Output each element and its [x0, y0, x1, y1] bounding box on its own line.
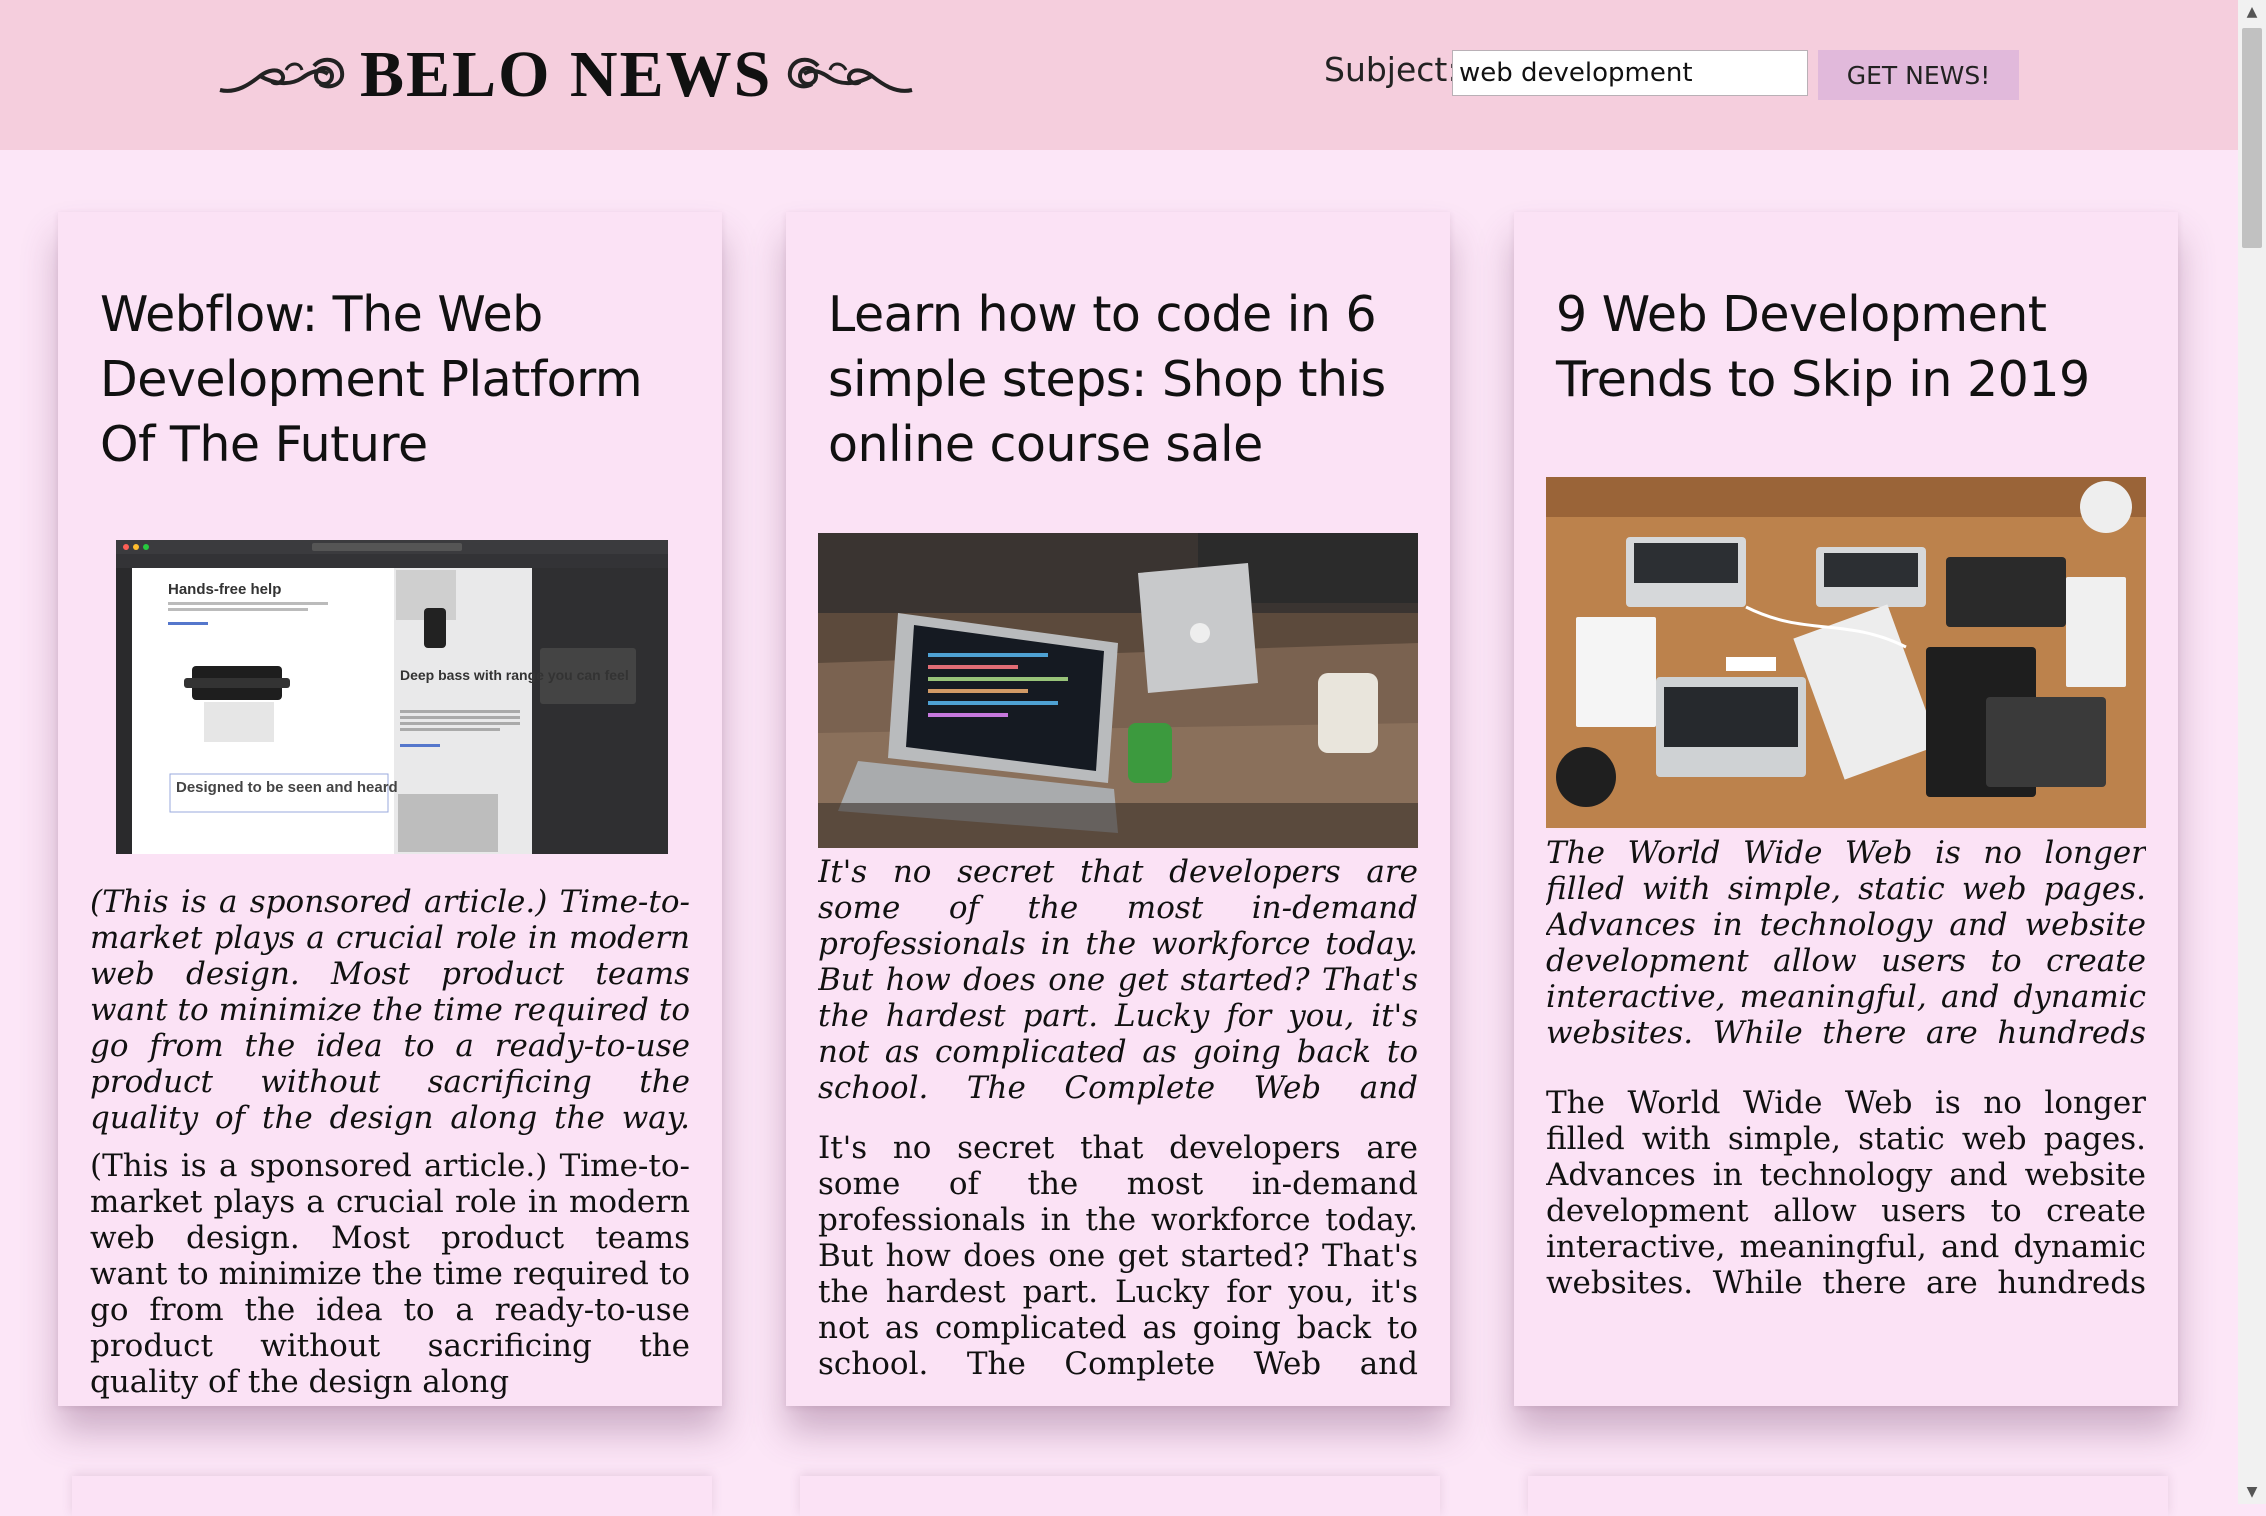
next-article-card[interactable]: [1528, 1476, 2168, 1516]
laptop-desk-photo-illustration: [818, 533, 1418, 848]
article-image: [818, 533, 1418, 848]
next-article-card[interactable]: [72, 1476, 712, 1516]
scroll-down-icon[interactable]: ▼: [2238, 1480, 2266, 1504]
page-scrollbar[interactable]: ▲ ▼: [2238, 0, 2266, 1504]
article-title[interactable]: Learn how to code in 6 simple steps: Sho…: [828, 282, 1428, 477]
subject-label: Subject:: [1324, 50, 1459, 89]
webflow-screenshot-illustration: Hands-free help Designed to be seen and …: [112, 538, 668, 854]
site-logo: BELO NEWS: [216, 30, 916, 120]
logo-text: BELO NEWS: [360, 38, 773, 111]
article-content: The World Wide Web is no longer filled w…: [1546, 1085, 2146, 1301]
team-table-photo-illustration: [1546, 477, 2146, 828]
left-flourish-icon: [219, 57, 345, 93]
article-content: It's no secret that developers are some …: [818, 1130, 1418, 1382]
get-news-button[interactable]: GET NEWS!: [1818, 50, 2019, 100]
article-title[interactable]: 9 Web Development Trends to Skip in 2019: [1556, 282, 2156, 412]
scroll-up-icon[interactable]: ▲: [2238, 0, 2266, 24]
article-description: It's no secret that developers are some …: [818, 854, 1418, 1106]
article-card[interactable]: Learn how to code in 6 simple steps: Sho…: [786, 212, 1450, 1406]
article-title[interactable]: Webflow: The Web Development Platform Of…: [100, 282, 700, 477]
subject-input[interactable]: [1452, 50, 1808, 96]
article-image: Hands-free help Designed to be seen and …: [112, 538, 668, 854]
article-image: [1546, 477, 2146, 828]
header-bar: BELO NEWS Subject: GET NEWS!: [0, 0, 2238, 150]
image-caption-2: Deep bass with range you can feel: [400, 667, 629, 683]
scroll-thumb[interactable]: [2242, 28, 2262, 248]
right-flourish-icon: [788, 57, 913, 93]
article-description: (This is a sponsored article.) Time-to-m…: [90, 884, 690, 1136]
article-card[interactable]: 9 Web Development Trends to Skip in 2019…: [1514, 212, 2178, 1406]
article-description: The World Wide Web is no longer filled w…: [1546, 835, 2146, 1051]
next-article-card[interactable]: [800, 1476, 1440, 1516]
image-caption-1: Hands-free help: [168, 581, 281, 598]
article-card[interactable]: Webflow: The Web Development Platform Of…: [58, 212, 722, 1406]
article-content: (This is a sponsored article.) Time-to-m…: [90, 1148, 690, 1400]
image-caption-3: Designed to be seen and heard: [176, 779, 398, 796]
